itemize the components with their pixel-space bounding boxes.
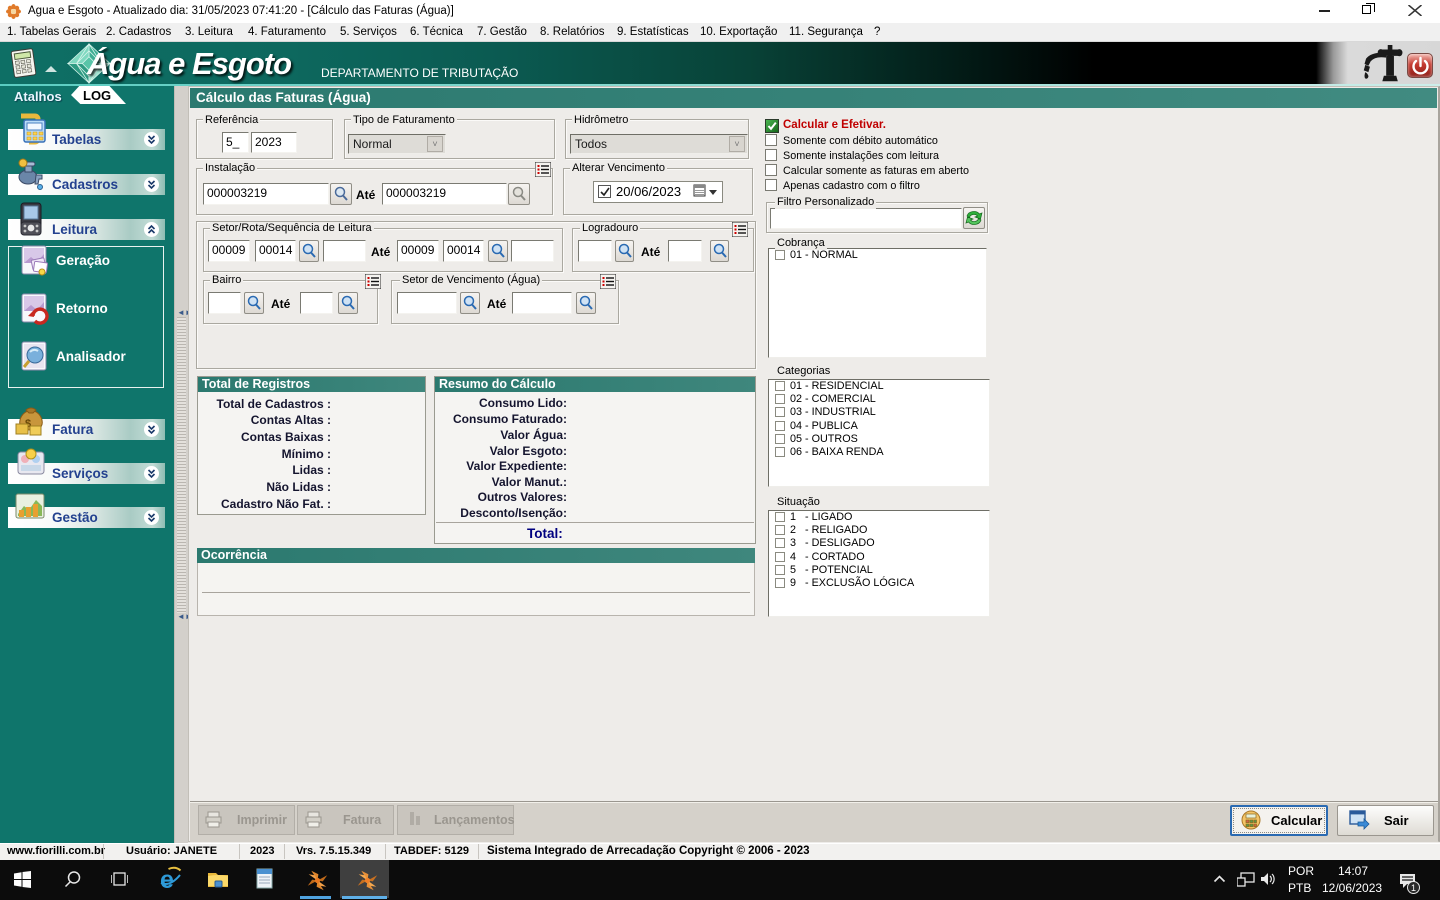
svg-text:e: e: [160, 866, 174, 892]
